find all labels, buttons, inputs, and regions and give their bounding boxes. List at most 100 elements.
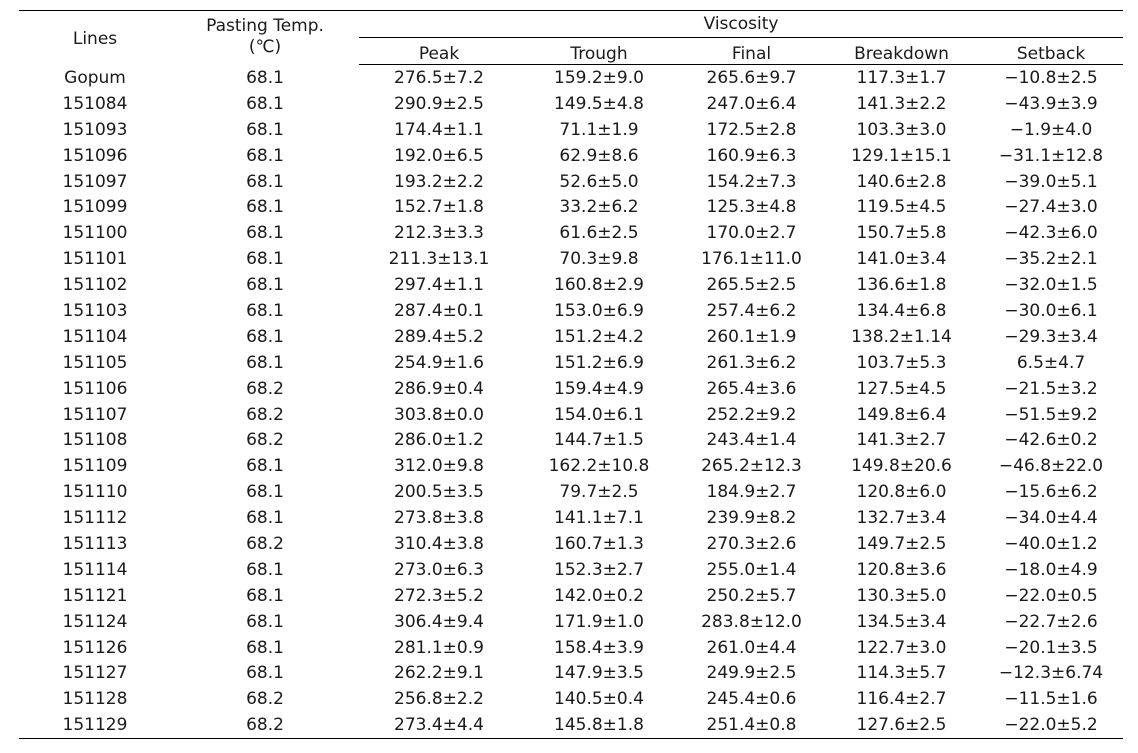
cell-pasting-temp: 68.1	[246, 663, 284, 684]
table-row: 151093 68.1 174.4±1.1 71.1±1.9 172.5±2.8 103.…	[19, 117, 1123, 143]
cell-setback: −42.3±6.0	[1004, 223, 1098, 244]
cell-pasting-temp: 68.1	[246, 456, 284, 477]
cell-pasting-temp: 68.1	[246, 508, 284, 529]
table-body: Gopum 68.1 276.5±7.2 159.2±9.0 265.6±9.7 117.…	[19, 65, 1124, 740]
table-row: 151108 68.2 286.0±1.2 144.7±1.5 243.4±1.4 141…	[19, 427, 1123, 453]
header-trough: Trough	[519, 37, 679, 65]
table-row: 151103 68.1 287.4±0.1 153.0±6.9 257.4±6.2 134…	[19, 298, 1123, 324]
table-row: 151114 68.1 273.0±6.3 152.3±2.7 255.0±1.4 120…	[19, 557, 1123, 583]
cell-breakdown: 141.3±2.7	[856, 430, 947, 451]
cell-pasting-temp: 68.2	[246, 533, 284, 554]
cell-trough: 162.2±10.8	[548, 456, 650, 477]
header-peak: Peak	[359, 37, 519, 65]
table-row: 151129 68.2 273.4±4.4 145.8±1.8 251.4±0.8 127…	[19, 712, 1124, 740]
table-row: 151097 68.1 193.2±2.2 52.6±5.0 154.2±7.3 140.…	[19, 169, 1123, 195]
cell-setback: 6.5±4.7	[1016, 352, 1086, 373]
header-setback: Setback	[979, 37, 1124, 65]
cell-trough: 171.9±1.0	[554, 611, 644, 632]
table-row: 151109 68.1 312.0±9.8 162.2±10.8 265.2±12.3 1…	[19, 453, 1123, 479]
cell-breakdown: 116.4±2.7	[856, 689, 947, 710]
cell-line: 151110	[62, 482, 128, 503]
cell-breakdown: 127.6±2.5	[824, 712, 979, 740]
cell-trough: 61.6±2.5	[559, 223, 639, 244]
cell-setback: −10.8±2.5	[1004, 67, 1098, 88]
cell-pasting-temp: 68.1	[246, 119, 284, 140]
cell-setback: −40.0±1.2	[1004, 533, 1098, 554]
cell-breakdown: 140.6±2.8	[856, 171, 947, 192]
header-pasting-temp-unit: (℃)	[248, 37, 282, 57]
table-row: 151101 68.1 211.3±13.1 70.3±9.8 176.1±11.0 14…	[19, 246, 1123, 272]
cell-line: 151101	[62, 249, 128, 270]
cell-final: 243.4±1.4	[706, 430, 797, 451]
cell-final: 265.5±2.5	[706, 275, 797, 296]
header-row-top: Lines Pasting Temp. (℃) Viscosity	[19, 10, 1124, 65]
cell-line: 151121	[62, 585, 128, 606]
cell-trough: 62.9±8.6	[559, 145, 639, 166]
cell-setback: −12.3±6.74	[998, 663, 1104, 684]
pasting-properties-table-container: Lines Pasting Temp. (℃) Viscosity Peak T…	[19, 10, 1124, 740]
cell-peak: 174.4±1.1	[394, 119, 484, 140]
cell-setback: −18.0±4.9	[1004, 559, 1098, 580]
cell-final: 261.3±6.2	[706, 352, 797, 373]
cell-peak: 306.4±9.4	[394, 611, 484, 632]
table-row: 151102 68.1 297.4±1.1 160.8±2.9 265.5±2.5 136…	[19, 272, 1123, 298]
cell-line: 151129	[19, 712, 171, 740]
cell-trough: 149.5±4.8	[554, 93, 644, 114]
cell-pasting-temp: 68.2	[246, 430, 284, 451]
cell-trough: 141.1±7.1	[554, 508, 644, 529]
cell-breakdown: 141.0±3.4	[856, 249, 947, 270]
cell-setback: −51.5±9.2	[1004, 404, 1098, 425]
cell-final: 265.6±9.7	[706, 67, 797, 88]
cell-breakdown: 132.7±3.4	[856, 508, 947, 529]
table-row: 151099 68.1 152.7±1.8 33.2±6.2 125.3±4.8 119.…	[19, 194, 1123, 220]
table-row: 151110 68.1 200.5±3.5 79.7±2.5 184.9±2.7 120.…	[19, 479, 1123, 505]
cell-peak: 310.4±3.8	[394, 533, 484, 554]
table-row: 151121 68.1 272.3±5.2 142.0±0.2 250.2±5.7 130…	[19, 583, 1123, 609]
cell-trough: 160.8±2.9	[554, 275, 644, 296]
cell-line: 151124	[62, 611, 128, 632]
cell-line: 151105	[62, 352, 128, 373]
cell-setback: −22.0±0.5	[1004, 585, 1098, 606]
cell-final: 260.1±1.9	[706, 326, 797, 347]
cell-breakdown: 149.8±20.6	[851, 456, 952, 477]
cell-pasting-temp: 68.1	[246, 611, 284, 632]
cell-setback: −1.9±4.0	[1009, 119, 1093, 140]
cell-setback: −31.1±12.8	[998, 145, 1104, 166]
cell-trough: 140.5±0.4	[554, 689, 644, 710]
table-row: 151096 68.1 192.0±6.5 62.9±8.6 160.9±6.3 129.…	[19, 143, 1123, 169]
cell-peak: 276.5±7.2	[394, 67, 484, 88]
table-header: Lines Pasting Temp. (℃) Viscosity Peak T…	[19, 10, 1124, 65]
cell-trough: 153.0±6.9	[554, 300, 644, 321]
cell-trough: 52.6±5.0	[559, 171, 639, 192]
cell-pasting-temp: 68.1	[246, 197, 284, 218]
cell-breakdown: 141.3±2.2	[856, 93, 947, 114]
cell-line: 151099	[62, 197, 128, 218]
cell-peak: 262.2±9.1	[394, 663, 484, 684]
cell-final: 154.2±7.3	[706, 171, 797, 192]
cell-line: 151104	[62, 326, 128, 347]
cell-pasting-temp: 68.1	[246, 93, 284, 114]
cell-trough: 79.7±2.5	[559, 482, 639, 503]
cell-peak: 289.4±5.2	[394, 326, 484, 347]
cell-pasting-temp: 68.2	[246, 689, 284, 710]
cell-trough: 145.8±1.8	[519, 712, 679, 740]
cell-pasting-temp: 68.1	[246, 585, 284, 606]
table-row: 151124 68.1 306.4±9.4 171.9±1.0 283.8±12.0 13…	[19, 609, 1123, 635]
table-row: 151106 68.2 286.9±0.4 159.4±4.9 265.4±3.6 127…	[19, 376, 1123, 402]
cell-line: 151108	[62, 430, 128, 451]
cell-peak: 286.0±1.2	[394, 430, 484, 451]
cell-peak: 273.8±3.8	[394, 508, 484, 529]
cell-setback: −29.3±3.4	[1004, 326, 1098, 347]
cell-trough: 159.2±9.0	[554, 67, 644, 88]
cell-peak: 281.1±0.9	[394, 637, 484, 658]
cell-final: 265.4±3.6	[706, 378, 797, 399]
table-row: 151100 68.1 212.3±3.3 61.6±2.5 170.0±2.7 150.…	[19, 220, 1123, 246]
cell-line: 151109	[62, 456, 128, 477]
table-row: 151105 68.1 254.9±1.6 151.2±6.9 261.3±6.2 103…	[19, 350, 1123, 376]
cell-peak: 303.8±0.0	[394, 404, 484, 425]
cell-pasting-temp: 68.2	[246, 404, 284, 425]
cell-final: 249.9±2.5	[706, 663, 797, 684]
cell-setback: −30.0±6.1	[1004, 300, 1098, 321]
table-row: 151084 68.1 290.9±2.5 149.5±4.8 247.0±6.4 141…	[19, 91, 1123, 117]
pasting-properties-table: Lines Pasting Temp. (℃) Viscosity Peak T…	[19, 10, 1124, 740]
